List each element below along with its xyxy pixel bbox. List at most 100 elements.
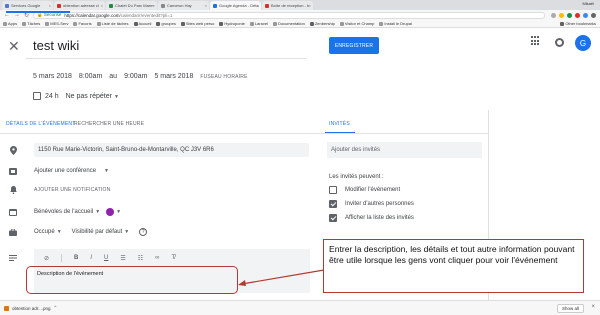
underline-icon[interactable]: U — [104, 255, 108, 261]
browser-tab-bar: Services Google × obtention adresse cl × C… — [0, 0, 600, 10]
apps-grid-icon[interactable] — [531, 36, 541, 46]
tab-invites[interactable]: INVITÉS — [329, 121, 350, 127]
color-select[interactable]: ▼ — [106, 208, 121, 216]
bookmark-icon — [379, 21, 384, 26]
close-tab-icon[interactable]: × — [257, 3, 259, 8]
close-tab-icon[interactable]: × — [205, 3, 207, 8]
permission-label: Afficher la liste des invités — [345, 215, 414, 221]
calendar-row: Bénévoles de l'accueil ▼ ▼ — [0, 205, 318, 219]
close-icon[interactable]: ✕ — [8, 38, 20, 55]
calendar-select[interactable]: Bénévoles de l'accueil ▼ — [34, 209, 100, 215]
chevron-down-icon: ▼ — [104, 168, 109, 174]
browser-tab[interactable]: Services Google × — [2, 1, 53, 10]
repeat-select[interactable]: Ne pas répéter ▼ — [66, 93, 119, 100]
end-date-field[interactable]: 5 mars 2018 — [154, 71, 193, 82]
divider — [0, 133, 318, 134]
date-time-row: 5 mars 2018 8:00am au 9:00am 5 mars 2018… — [33, 71, 248, 82]
bookmark-item[interactable]: Apps — [3, 21, 17, 26]
bookmark-item[interactable]: MES-Serv — [45, 21, 68, 26]
show-all-button[interactable]: Show all — [556, 304, 584, 313]
downloads-bar: obtention adr....png ⌃ Show all × — [0, 300, 600, 315]
url-input[interactable]: 🔒 Sécurisé https://calendar.google.com/c… — [33, 11, 545, 19]
close-tab-icon[interactable]: × — [49, 3, 51, 8]
description-lines-icon — [9, 254, 17, 262]
browser-user-name[interactable]: Mikaël — [582, 1, 594, 6]
add-notification-link[interactable]: AJOUTER UNE NOTIFICATION — [34, 187, 110, 193]
bookmark-item[interactable]: groupes — [156, 21, 176, 26]
extension-icon[interactable] — [583, 12, 588, 18]
bookmark-item[interactable]: Accueil — [133, 21, 151, 26]
invite-others-checkbox[interactable] — [329, 200, 337, 208]
avatar[interactable]: G — [575, 35, 591, 51]
tab-label: Cameron Hay — [167, 3, 192, 8]
location-pin-icon — [9, 145, 17, 155]
close-tab-icon[interactable]: × — [101, 3, 103, 8]
browser-tab[interactable]: Cameron Hay × — [158, 1, 209, 10]
chevron-up-icon[interactable]: ⌃ — [54, 305, 58, 311]
bold-icon[interactable]: B — [74, 255, 78, 261]
location-input[interactable]: 1150 Rue Marie-Victorin, Saint-Bruno-de-… — [34, 143, 309, 157]
close-tab-icon[interactable]: × — [153, 3, 155, 8]
folder-icon — [133, 21, 138, 26]
add-conference-select[interactable]: Ajouter une conférence ▼ — [34, 168, 109, 174]
tab-favicon-icon — [161, 3, 165, 8]
see-guest-list-checkbox[interactable] — [329, 214, 337, 222]
numbered-list-icon[interactable]: ☰ — [120, 255, 125, 262]
bulleted-list-icon[interactable]: ☷ — [138, 255, 143, 262]
start-date-field[interactable]: 5 mars 2018 — [33, 71, 72, 82]
tab-find-time[interactable]: RECHERCHER UNE HEURE — [74, 121, 144, 127]
bookmark-item[interactable]: Documentation — [272, 21, 305, 26]
notifications-icon[interactable] — [555, 38, 564, 47]
menu-icon[interactable] — [591, 12, 596, 18]
end-time-field[interactable]: 9:00am — [124, 71, 147, 82]
bookmark-item[interactable]: Liste de tâches — [96, 21, 129, 26]
editor-toolbar: ⊘ B I U ☰ ☷ ∞ T̸ — [34, 249, 310, 267]
event-title-input[interactable]: test wiki — [33, 38, 79, 53]
browser-tab[interactable]: Chalet Du Parc Marm × — [106, 1, 157, 10]
tab-label: Services Google — [11, 3, 41, 8]
bookmark-item[interactable]: Favoris — [73, 21, 92, 26]
star-icon[interactable] — [559, 12, 564, 18]
tab-label: Boîte de réception - b — [271, 3, 310, 8]
extension-icon[interactable] — [567, 12, 572, 18]
browser-tab-active[interactable]: Google Agenda - Déta × — [210, 1, 261, 10]
save-button[interactable]: ENREGISTRER — [329, 37, 379, 54]
bookmark-icon — [22, 21, 27, 26]
tab-favicon-icon — [213, 3, 217, 8]
download-filename: obtention adr....png — [12, 305, 51, 311]
allday-checkbox[interactable] — [33, 92, 41, 100]
zoom-icon[interactable] — [551, 12, 556, 18]
browser-tab[interactable]: obtention adresse cl × — [54, 1, 105, 10]
allday-label: 24 h — [45, 92, 59, 100]
bookmark-item[interactable]: Install le Drupal — [379, 21, 412, 26]
bookmark-item[interactable]: Hydroponie — [219, 21, 245, 26]
address-bar: ← → ↻ 🔒 Sécurisé https://calendar.google… — [0, 10, 600, 20]
bookmark-item[interactable]: Tâches — [22, 21, 40, 26]
italic-icon[interactable]: I — [90, 255, 92, 261]
visibility-select[interactable]: Visibilité par défaut ▼ — [72, 229, 130, 235]
start-time-field[interactable]: 8:00am — [79, 71, 102, 82]
help-icon[interactable]: ? — [139, 228, 148, 236]
other-bookmarks[interactable]: Other bookmarks — [560, 21, 596, 26]
chevron-down-icon: ▼ — [56, 229, 62, 235]
link-icon[interactable]: ∞ — [155, 255, 159, 261]
add-guests-input[interactable]: Ajouter des invités — [327, 142, 482, 158]
tab-favicon-icon — [265, 3, 269, 8]
bookmark-item[interactable]: Zenbership — [309, 21, 335, 26]
extension-icon[interactable] — [575, 12, 580, 18]
bookmark-item[interactable]: Laravel — [249, 21, 268, 26]
bookmark-item[interactable]: Visitor et Champ — [339, 21, 374, 26]
modify-event-checkbox[interactable] — [329, 186, 337, 194]
tab-event-details[interactable]: DÉTAILS DE L'ÉVÉNEMENT — [6, 121, 75, 127]
close-tab-icon[interactable]: × — [309, 3, 311, 8]
bookmark-icon — [45, 21, 50, 26]
bookmark-icon — [73, 21, 78, 26]
bookmark-item[interactable]: Sites web perso — [180, 21, 214, 26]
close-icon[interactable]: × — [591, 304, 595, 310]
timezone-link[interactable]: FUSEAU HORAIRE — [200, 74, 247, 80]
clear-format-icon[interactable]: T̸ — [171, 255, 175, 261]
attachment-icon[interactable]: ⊘ — [44, 255, 49, 262]
browser-tab[interactable]: Boîte de réception - b × — [262, 1, 313, 10]
download-item[interactable]: obtention adr....png ⌃ — [4, 305, 57, 311]
busy-select[interactable]: Occupé ▼ — [34, 229, 62, 235]
